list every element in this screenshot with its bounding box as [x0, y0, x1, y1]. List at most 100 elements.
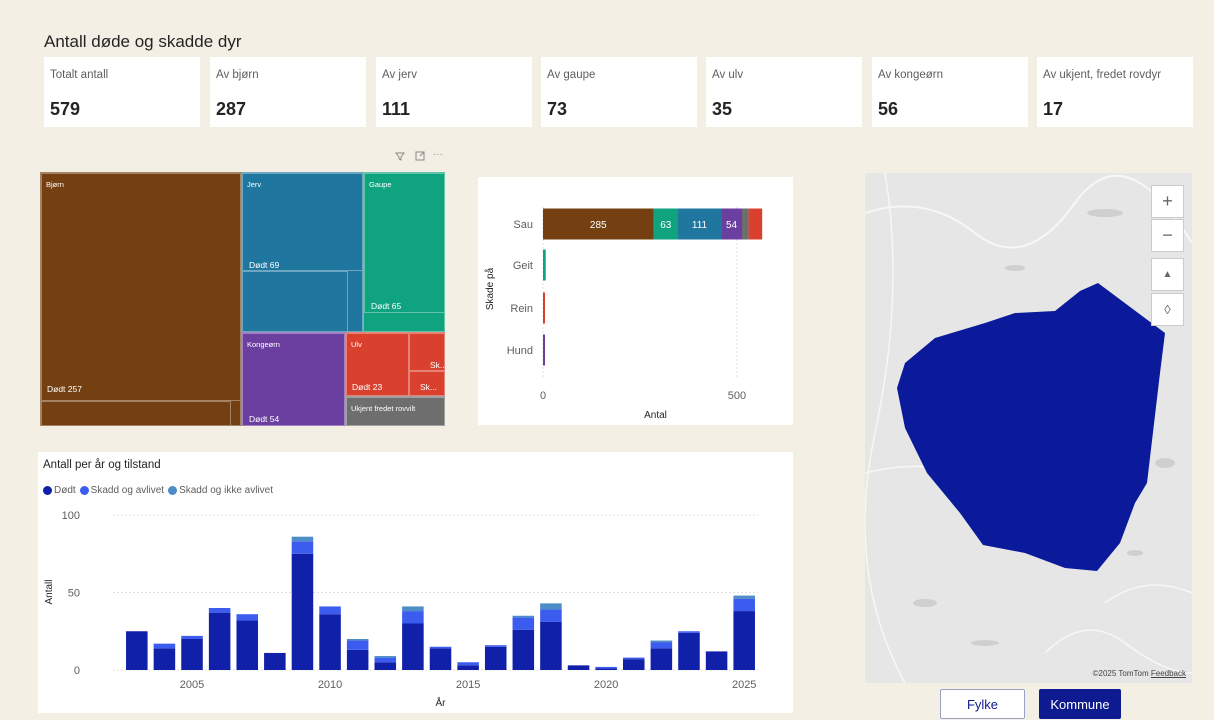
- column-segment[interactable]: [346, 649, 369, 670]
- column-chart: Antall per år og tilstand Dødt Skadd og a…: [38, 452, 793, 713]
- column-segment[interactable]: [208, 612, 231, 670]
- column-segment[interactable]: [484, 645, 507, 647]
- column-segment[interactable]: [705, 651, 728, 670]
- column-segment[interactable]: [402, 611, 424, 624]
- column-segment[interactable]: [208, 608, 231, 613]
- column-segment[interactable]: [181, 639, 203, 670]
- bar-segment[interactable]: [543, 249, 546, 281]
- data-label: 111: [692, 220, 708, 231]
- column-segment[interactable]: [236, 620, 259, 670]
- kpi-label: Av ulv: [712, 69, 744, 81]
- column-segment[interactable]: [429, 648, 452, 670]
- column-segment[interactable]: [595, 666, 617, 669]
- column-segment[interactable]: [733, 598, 755, 612]
- column-segment[interactable]: [291, 541, 314, 554]
- treemap-leaf[interactable]: Skadd og avlivet 36: [242, 271, 348, 331]
- column-segment[interactable]: [650, 640, 673, 643]
- column-segment[interactable]: [429, 646, 452, 649]
- column-segment[interactable]: [457, 662, 479, 666]
- treemap-leaf[interactable]: Ukjent fredet rovvilt: [346, 397, 444, 425]
- map-feedback-link[interactable]: Feedback: [1151, 669, 1186, 678]
- treemap-group-ulv[interactable]: UlvDødt 23Sk...Sk...: [345, 332, 445, 396]
- column-segment[interactable]: [236, 614, 259, 621]
- filter-icon[interactable]: [395, 151, 405, 164]
- treemap-group-kongeørn[interactable]: Kongeørn Dødt 54: [241, 332, 345, 426]
- focus-mode-icon[interactable]: [415, 151, 425, 164]
- column-segment[interactable]: [291, 536, 314, 542]
- fylke-button[interactable]: Fylke: [940, 689, 1025, 719]
- y-tick-label: 100: [62, 510, 80, 522]
- column-segment[interactable]: [733, 611, 755, 670]
- treemap-leaf[interactable]: Dødt 65: [364, 173, 444, 313]
- column-segment[interactable]: [402, 606, 424, 612]
- treemap-group-bjørn[interactable]: BjørnDødt 257Skadd og avlivet 28: [40, 172, 241, 426]
- x-tick-label: 2025: [732, 679, 756, 691]
- bar-segment[interactable]: [543, 334, 545, 366]
- column-segment[interactable]: [678, 631, 700, 633]
- map[interactable]: + − ▲ ◊ ©2025 TomTom Feedback: [865, 173, 1192, 683]
- more-options-icon[interactable]: ···: [433, 149, 443, 160]
- column-segment[interactable]: [346, 640, 369, 650]
- column-segment[interactable]: [484, 646, 507, 670]
- treemap-leaf[interactable]: Skadd og avlivet 28: [41, 401, 231, 425]
- treemap-group-gaupe[interactable]: Gaupe Dødt 65: [363, 172, 445, 332]
- x-tick-label: 2010: [318, 679, 342, 691]
- column-segment[interactable]: [374, 656, 397, 658]
- column-segment[interactable]: [567, 665, 590, 670]
- column-segment[interactable]: [595, 668, 617, 670]
- column-segment[interactable]: [374, 662, 397, 670]
- treemap-leaf[interactable]: Dødt 69: [242, 173, 362, 271]
- column-segment[interactable]: [678, 632, 700, 670]
- kpi-value: 35: [712, 99, 733, 119]
- treemap-leaf[interactable]: Dødt 257: [41, 173, 240, 401]
- kpi-label: Av bjørn: [216, 69, 259, 81]
- kpi-value: 579: [50, 99, 81, 119]
- municipality-shape[interactable]: [897, 283, 1165, 571]
- column-segment[interactable]: [650, 648, 673, 670]
- tilt-button[interactable]: ▲: [1151, 258, 1184, 291]
- treemap-group-jerv[interactable]: JervDødt 69Skadd og avlivet 36: [241, 172, 363, 332]
- column-segment[interactable]: [512, 615, 535, 618]
- column-segment[interactable]: [291, 553, 314, 670]
- column-segment[interactable]: [346, 639, 369, 641]
- column-segment[interactable]: [264, 652, 286, 670]
- column-segment[interactable]: [153, 648, 176, 670]
- column-segment[interactable]: [540, 603, 562, 610]
- bar-segment[interactable]: [742, 208, 749, 240]
- column-segment[interactable]: [181, 635, 203, 639]
- kommune-button[interactable]: Kommune: [1039, 689, 1121, 719]
- bar-segment[interactable]: [748, 208, 763, 240]
- column-segment[interactable]: [622, 657, 645, 660]
- treemap-group-ukjent-fredet-rovvilt[interactable]: Ukjent fredet rovvilt: [345, 396, 445, 426]
- column-segment[interactable]: [540, 621, 562, 670]
- column-segment[interactable]: [457, 665, 479, 670]
- column-segment[interactable]: [512, 629, 535, 670]
- column-segment[interactable]: [126, 631, 148, 670]
- treemap-leaf[interactable]: Sk...: [409, 333, 445, 371]
- kpi-label: Av kongeørn: [878, 69, 943, 81]
- treemap-leaf[interactable]: Dødt 54: [242, 333, 344, 425]
- kpi-label: Av jerv: [382, 69, 417, 81]
- column-segment[interactable]: [319, 606, 341, 615]
- column-segment[interactable]: [512, 617, 535, 630]
- zoom-in-button[interactable]: +: [1151, 185, 1184, 218]
- treemap-leaf[interactable]: Sk...: [409, 371, 444, 395]
- treemap-leaf-label: Sk...: [430, 360, 445, 370]
- treemap-leaf[interactable]: Dødt 23: [346, 333, 409, 395]
- treemap-leaf-label: Sk...: [420, 382, 438, 392]
- column-segment[interactable]: [622, 659, 645, 670]
- tilt-icon: ▲: [1162, 269, 1173, 280]
- treemap-leaf-label: Dødt 54: [249, 414, 280, 424]
- column-segment[interactable]: [374, 657, 397, 663]
- visual-header: ···: [393, 149, 447, 167]
- column-segment[interactable]: [153, 643, 176, 649]
- column-segment[interactable]: [402, 623, 424, 671]
- column-segment[interactable]: [733, 595, 755, 599]
- bar-segment[interactable]: [543, 292, 545, 324]
- zoom-out-button[interactable]: −: [1151, 219, 1184, 252]
- column-segment[interactable]: [650, 642, 673, 649]
- column-segment[interactable]: [319, 614, 341, 670]
- column-segment[interactable]: [540, 609, 562, 622]
- compass-button[interactable]: ◊: [1151, 293, 1184, 326]
- kpi-card-kongeorn: Av kongeørn 56: [872, 57, 1028, 127]
